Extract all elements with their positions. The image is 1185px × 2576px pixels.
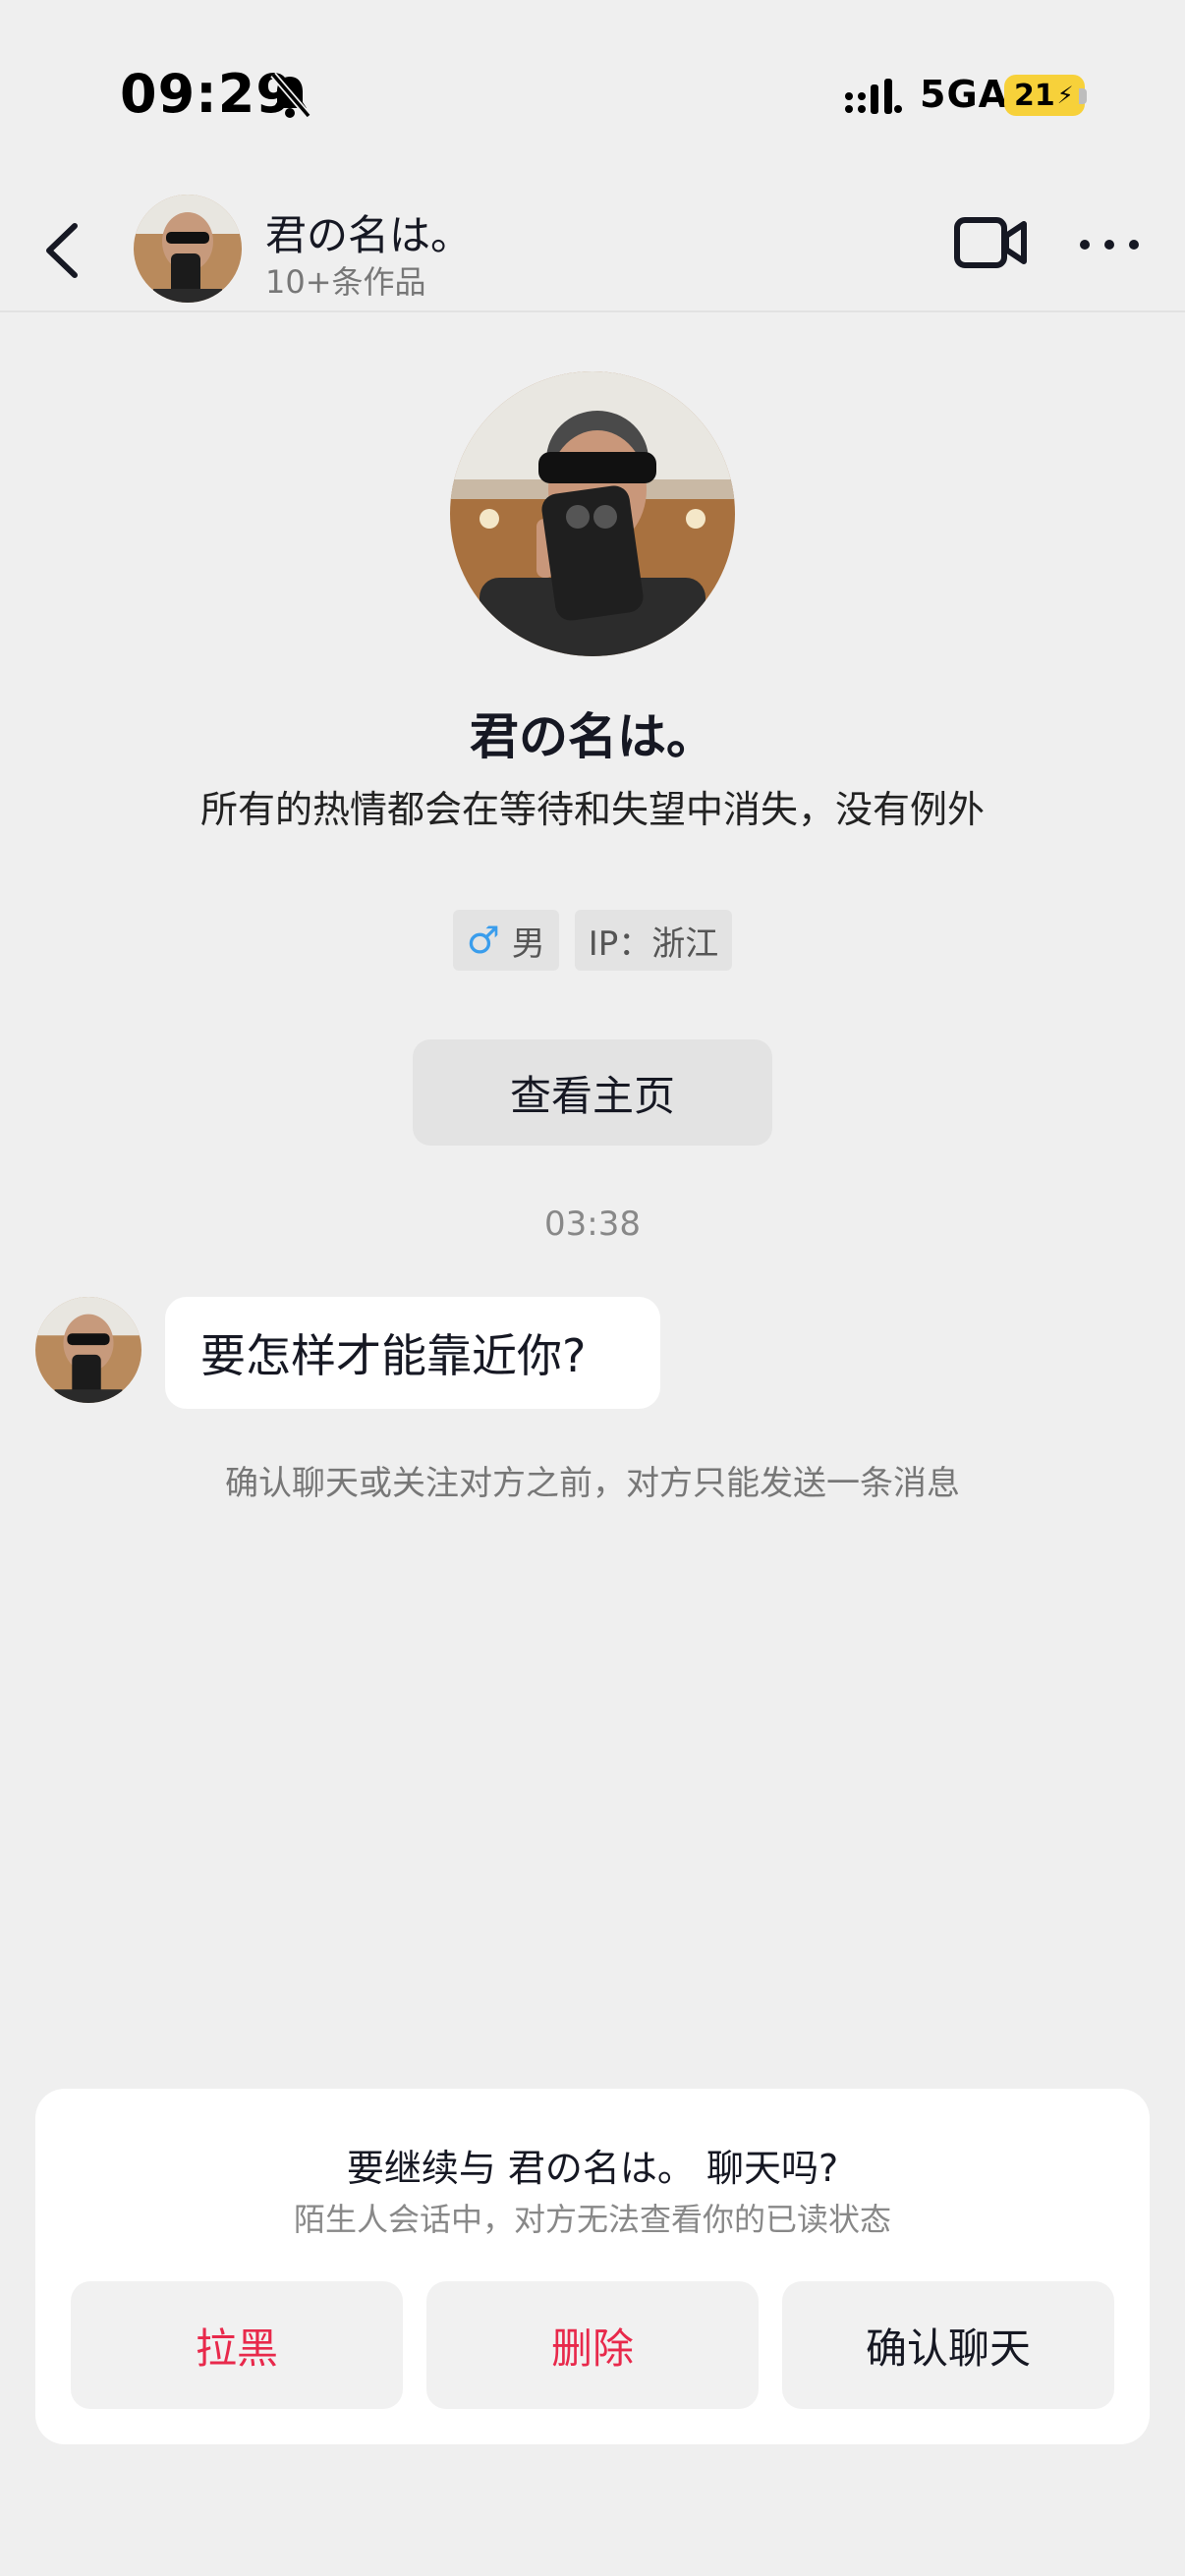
back-icon[interactable] (35, 216, 94, 285)
ip-label: IP：浙江 (588, 924, 719, 964)
gender-label: 男 (511, 924, 545, 964)
stranger-chat-card: 要继续与 君の名は。 聊天吗? 陌生人会话中，对方无法查看你的已读状态 拉黑 删… (35, 2089, 1150, 2444)
status-bar: 09:29 5GA 21 ⚡ (0, 0, 1185, 187)
more-icon[interactable] (1075, 220, 1144, 269)
profile-avatar[interactable] (450, 371, 735, 656)
avatar-photo (35, 1297, 141, 1403)
profile-tags: ♂ 男 IP：浙江 (0, 910, 1185, 971)
gender-tag: ♂ 男 (452, 910, 559, 971)
header-avatar[interactable] (134, 195, 242, 303)
male-icon: ♂ (466, 919, 500, 962)
battery-level: 21 (1014, 78, 1055, 113)
message-bubble[interactable]: 要怎样才能靠近你? (165, 1297, 660, 1409)
video-call-icon[interactable] (953, 212, 1028, 273)
delete-button[interactable]: 删除 (426, 2281, 759, 2409)
ip-tag: IP：浙江 (574, 910, 733, 971)
avatar-photo (134, 195, 242, 303)
view-homepage-button[interactable]: 查看主页 (413, 1039, 772, 1146)
charging-icon: ⚡ (1056, 82, 1074, 109)
avatar-photo (450, 371, 735, 656)
confirm-chat-button[interactable]: 确认聊天 (782, 2281, 1114, 2409)
stranger-notice: 确认聊天或关注对方之前，对方只能发送一条消息 (225, 1464, 960, 1503)
block-button[interactable]: 拉黑 (71, 2281, 403, 2409)
profile-name: 君の名は。 (470, 708, 715, 765)
chat-header: 君の名は。 10+条作品 (0, 187, 1185, 312)
message-timestamp: 03:38 (544, 1204, 641, 1244)
header-subtitle: 10+条作品 (265, 263, 426, 301)
card-title: 要继续与 君の名は。 聊天吗? (346, 2147, 839, 2190)
bell-muted-icon (270, 72, 311, 119)
message-avatar[interactable] (35, 1297, 141, 1403)
signal-icon (845, 79, 902, 114)
battery-cap (1079, 88, 1087, 104)
profile-bio: 所有的热情都会在等待和失望中消失，没有例外 (199, 788, 985, 831)
header-name: 君の名は。 (265, 211, 473, 259)
network-label: 5GA (920, 73, 1009, 116)
battery-indicator: 21 ⚡ (1004, 75, 1085, 116)
card-subtitle: 陌生人会话中，对方无法查看你的已读状态 (293, 2201, 891, 2238)
